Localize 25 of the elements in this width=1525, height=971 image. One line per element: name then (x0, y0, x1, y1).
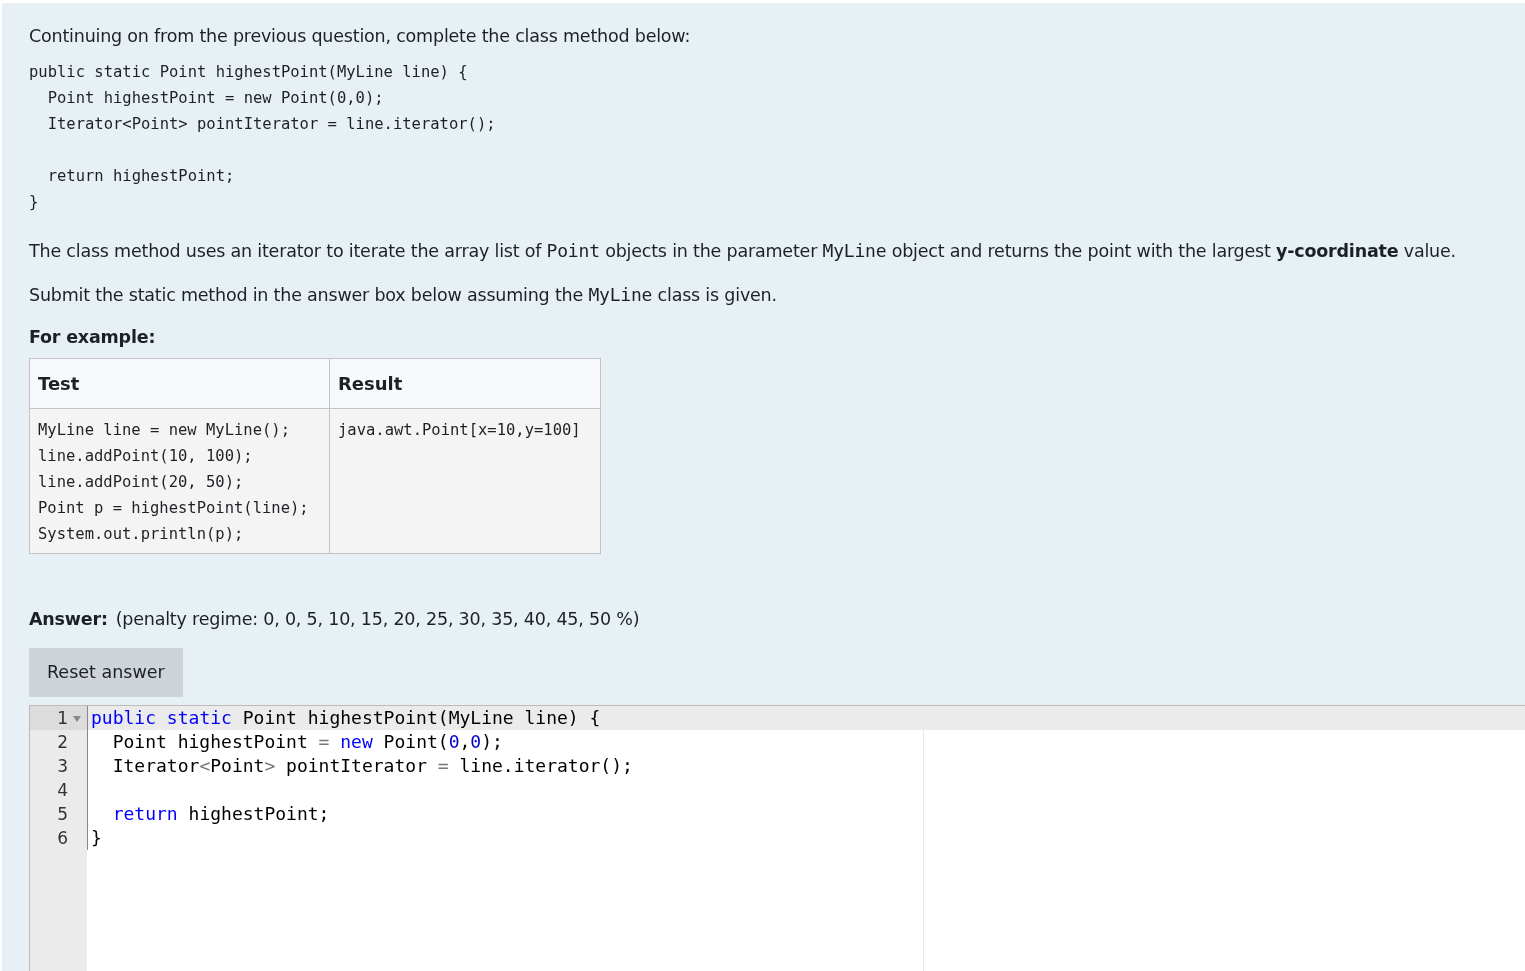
code-line: public static Point highestPoint(MyLine line) { (91, 706, 601, 728)
line-number: 6 (57, 827, 68, 848)
line-number: 5 (57, 803, 68, 824)
table-cell-text: java.awt.Point[x=10,y=100] (338, 420, 582, 441)
line-number: 4 (57, 779, 68, 800)
column-header: Result (329, 358, 601, 409)
code-line: return highestPoint; (111, 802, 330, 824)
code-line: } (91, 826, 102, 848)
fold-arrow-icon[interactable] (73, 715, 81, 722)
example-heading: For example: (29, 325, 157, 349)
line-number: 1 (57, 707, 68, 728)
penalty-text: (penalty regime: 0, 0, 5, 10, 15, 20, 25, 30, 35, 40, 45, 50 %) (115, 608, 640, 631)
column-header: Test (29, 358, 330, 409)
code-line: Iterator<Point> pointIterator = line.iterator(); (111, 754, 633, 776)
line-number: 3 (57, 755, 68, 776)
code-snippet: public static Point highestPoint(MyLine line) { Point highestPoint = new Point(0,0); Iterator<Point> pointIterator = line.iterator(); return highestPoint; } (29, 62, 497, 214)
line-number: 2 (57, 731, 68, 752)
paragraph-text: Submit the static method in the answer box below assuming the MyLine class is given. (29, 282, 778, 307)
instruction-text: Continuing on from the previous question, complete the class method below: (29, 25, 692, 48)
code-editor[interactable]: 1 public static Point highestPoint(MyLine line) { 2 Point highestPoint = new Point(0,0); 3 Iterator<Point> pointIterator = line.iterator(); 4 5 return highestPoint; 6 } (29, 704, 1525, 971)
table-cell-text: MyLine line = new MyLine(); line.addPoint(10, 100); line.addPoint(20, 50); Point p = highestPoint(line); System.out.println(p); (38, 420, 310, 545)
reset-answer-button[interactable]: Reset answer (29, 648, 183, 697)
paragraph-text: The class method uses an iterator to iterate the array list of Point objects in the parameter MyLine object and returns the point with the largest y-coordinate value. (29, 239, 1457, 264)
code-line: Point highestPoint = new Point(0,0); (111, 730, 503, 752)
answer-label: Answer: (29, 608, 108, 631)
